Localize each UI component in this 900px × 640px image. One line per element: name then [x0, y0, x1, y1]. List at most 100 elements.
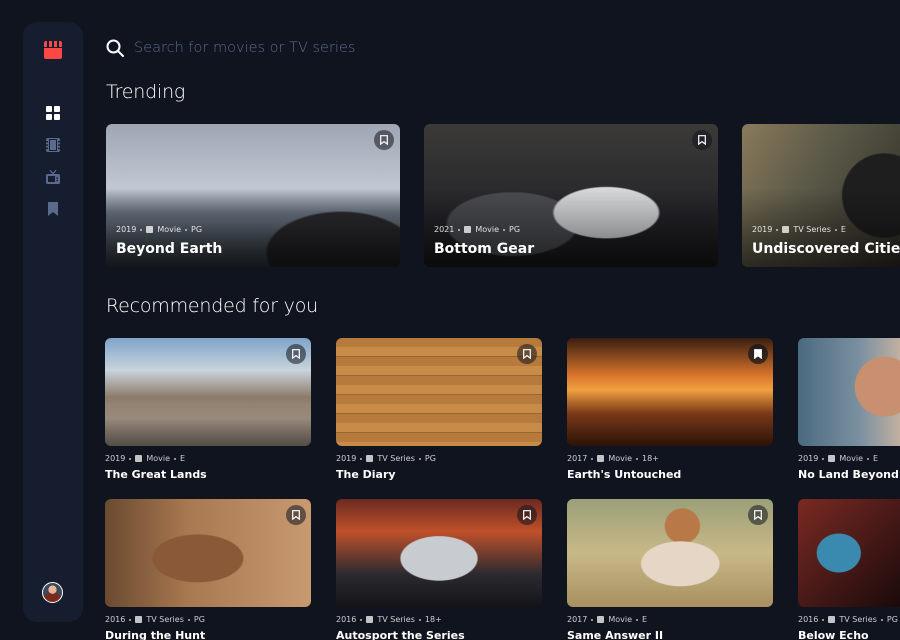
- search-input[interactable]: [134, 36, 534, 60]
- year: 2019: [105, 454, 126, 463]
- bookmark-button[interactable]: [286, 505, 306, 525]
- separator-dot: [636, 618, 639, 621]
- rating: 18+: [642, 454, 659, 463]
- home-grid-icon[interactable]: [46, 106, 60, 120]
- separator-dot: [776, 228, 779, 231]
- media-thumbnail[interactable]: [798, 338, 900, 446]
- bookmark-button[interactable]: [286, 344, 306, 364]
- separator-dot: [360, 457, 363, 460]
- bookmark-outline-icon: [698, 135, 706, 145]
- separator-dot: [636, 457, 639, 460]
- movie-category-icon: [597, 616, 605, 623]
- trending-card[interactable]: 2019 Movie PG Beyond Earth: [106, 124, 400, 267]
- bookmark-button[interactable]: [748, 344, 768, 364]
- trending-title: Undiscovered Cities: [752, 241, 900, 257]
- rating: E: [642, 615, 648, 624]
- category: Movie: [608, 615, 633, 624]
- separator-dot: [185, 228, 188, 231]
- separator-dot: [834, 228, 837, 231]
- separator-dot: [129, 457, 132, 460]
- year: 2019: [336, 454, 357, 463]
- bookmark-button[interactable]: [748, 505, 768, 525]
- year: 2017: [567, 615, 588, 624]
- separator-dot: [140, 228, 143, 231]
- tv-category-icon: [366, 455, 374, 462]
- year: 2016: [336, 615, 357, 624]
- year: 2016: [105, 615, 126, 624]
- media-title[interactable]: During the Hunt: [105, 629, 205, 640]
- tv-category-icon: [828, 616, 836, 623]
- trending-card[interactable]: 2019 TV Series E Undiscovered Cities: [742, 124, 900, 267]
- media-meta: 2016 TV Series PG: [798, 615, 898, 624]
- trending-meta: 2019 Movie PG: [116, 225, 202, 234]
- separator-dot: [822, 618, 825, 621]
- media-title[interactable]: Earth's Untouched: [567, 468, 681, 481]
- separator-dot: [418, 457, 421, 460]
- bookmark-outline-icon: [292, 349, 300, 359]
- separator-dot: [822, 457, 825, 460]
- media-meta: 2016 TV Series PG: [105, 615, 205, 624]
- separator-dot: [187, 618, 190, 621]
- bookmark-outline-icon: [523, 349, 531, 359]
- media-meta: 2019 Movie E: [105, 454, 185, 463]
- media-thumbnail[interactable]: [336, 499, 542, 607]
- media-title[interactable]: Below Echo: [798, 629, 869, 640]
- media-thumbnail[interactable]: [336, 338, 542, 446]
- rating: 18+: [424, 615, 442, 624]
- category: Movie: [839, 454, 864, 463]
- category: Movie: [475, 225, 500, 234]
- bookmark-button[interactable]: [692, 130, 712, 150]
- tv-icon[interactable]: [46, 170, 60, 184]
- media-title[interactable]: Same Answer II: [567, 629, 663, 640]
- media-thumbnail[interactable]: [798, 499, 900, 607]
- separator-dot: [591, 457, 594, 460]
- media-title[interactable]: The Diary: [336, 468, 396, 481]
- media-title[interactable]: The Great Lands: [105, 468, 207, 481]
- bookmark-button[interactable]: [374, 130, 394, 150]
- rating: E: [180, 454, 186, 463]
- media-thumbnail[interactable]: [105, 338, 311, 446]
- rating: PG: [424, 454, 436, 463]
- category: TV Series: [793, 225, 831, 234]
- category: TV Series: [146, 615, 184, 624]
- avatar[interactable]: [42, 582, 63, 603]
- year: 2021: [434, 225, 455, 234]
- rating: PG: [193, 615, 205, 624]
- category: TV Series: [839, 615, 877, 624]
- trending-card[interactable]: 2021 Movie PG Bottom Gear: [424, 124, 718, 267]
- bookmark-icon[interactable]: [46, 202, 60, 216]
- trending-meta: 2019 TV Series E: [752, 225, 846, 234]
- year: 2017: [567, 454, 588, 463]
- separator-dot: [129, 618, 132, 621]
- separator-dot: [458, 228, 461, 231]
- media-thumbnail[interactable]: [105, 499, 311, 607]
- category: TV Series: [377, 454, 415, 463]
- rating: PG: [191, 225, 203, 234]
- separator-dot: [591, 618, 594, 621]
- movie-clapper-icon[interactable]: [42, 41, 64, 59]
- bookmark-button[interactable]: [517, 344, 537, 364]
- year: 2019: [798, 454, 819, 463]
- media-meta: 2019 TV Series PG: [336, 454, 436, 463]
- media-meta: 2016 TV Series 18+: [336, 615, 442, 624]
- recommended-heading: Recommended for you: [106, 295, 318, 317]
- year: 2019: [752, 225, 773, 234]
- bookmark-filled-icon: [754, 349, 762, 359]
- media-thumbnail[interactable]: [567, 499, 773, 607]
- tv-category-icon: [366, 616, 374, 623]
- bookmark-button[interactable]: [517, 505, 537, 525]
- category: TV Series: [377, 615, 415, 624]
- rating: E: [873, 454, 879, 463]
- year: 2016: [798, 615, 819, 624]
- film-icon[interactable]: [46, 138, 60, 152]
- trending-meta: 2021 Movie PG: [434, 225, 520, 234]
- category: Movie: [146, 454, 171, 463]
- bookmark-outline-icon: [754, 510, 762, 520]
- rating: PG: [886, 615, 898, 624]
- media-thumbnail[interactable]: [567, 338, 773, 446]
- sidebar-nav: [23, 22, 83, 622]
- trending-title: Beyond Earth: [116, 241, 223, 257]
- media-title[interactable]: No Land Beyond: [798, 468, 899, 481]
- media-title[interactable]: Autosport the Series: [336, 629, 465, 640]
- separator-dot: [360, 618, 363, 621]
